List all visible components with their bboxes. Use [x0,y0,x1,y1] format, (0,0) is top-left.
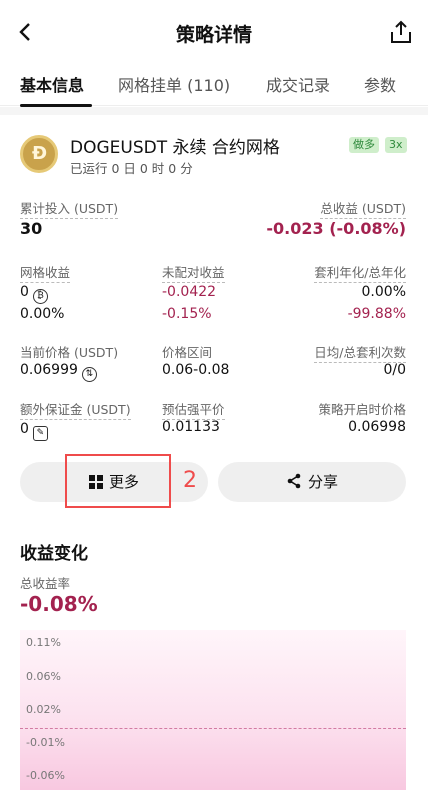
runtime-text: 已运行 0 日 0 时 0 分 [70,161,193,176]
y-tick-label: 0.11% [26,636,61,649]
price-range-value: 0.06-0.08 [162,362,230,378]
strategy-pair: DOGEUSDT 永续 合约网格 [70,138,280,158]
liq-price-label[interactable]: 预估强平价 [162,399,225,420]
tab-grid-orders[interactable]: 网格挂单 (110) [118,72,230,96]
profit-chart: 0.11% 0.06% 0.02% -0.01% -0.06% [20,630,406,790]
arb-count-label[interactable]: 日均/总套利次数 [314,342,406,363]
highlight-box [65,454,171,508]
y-tick-label: -0.01% [26,736,65,749]
total-profit-label[interactable]: 总收益 (USDT) [320,198,406,219]
tab-bar: 基本信息 网格挂单 (110) 成交记录 参数 [0,64,428,107]
share-button-label: 分享 [307,473,338,491]
tab-trade-history[interactable]: 成交记录 [266,72,330,96]
unmatched-profit-pct: -0.15% [162,306,212,322]
share-button[interactable]: 分享 [218,462,406,502]
apr-total-value: -99.88% [347,306,406,322]
leverage-badge: 3x [385,137,407,153]
doge-coin-icon: Ð [20,135,58,173]
invest-value: 30 [20,219,43,238]
invest-label[interactable]: 累计投入 (USDT) [20,198,119,219]
total-return-value: -0.08% [20,592,98,616]
liq-price-value: 0.01133 [162,419,220,435]
y-tick-label: 0.02% [26,703,61,716]
total-profit-value: -0.023 (-0.08%) [266,219,406,238]
wallet-icon[interactable]: ₿ [32,289,48,304]
arb-count-value: 0/0 [383,362,406,378]
margin-label[interactable]: 额外保证金 (USDT) [20,399,131,420]
apr-label[interactable]: 套利年化/总年化 [314,262,406,283]
margin-amount: 0 [20,421,29,437]
price-range-label: 价格区间 [162,345,213,360]
tab-basic-info[interactable]: 基本信息 [20,72,84,96]
start-price-label: 策略开启时价格 [318,402,406,417]
chart-zero-line [20,728,406,729]
direction-badge: 做多 [349,137,379,153]
unmatched-profit-value: -0.0422 [162,284,217,300]
y-tick-label: 0.06% [26,670,61,683]
apr-arbitrage-value: 0.00% [361,284,406,300]
current-price-value: 0.06999 ⇅ [20,362,97,382]
total-return-label: 总收益率 [20,576,71,591]
share-icon[interactable] [388,18,414,46]
grid-profit-amount: 0 [20,284,29,300]
annotation-number: 2 [183,468,197,493]
grid-profit-label[interactable]: 网格收益 [20,262,71,283]
price-toggle-icon[interactable]: ⇅ [81,367,97,382]
current-price-amount: 0.06999 [20,362,78,378]
tab-parameters[interactable]: 参数 [364,72,396,96]
grid-profit-pct: 0.00% [20,306,65,322]
current-price-label: 当前价格 (USDT) [20,345,119,360]
start-price-value: 0.06998 [348,419,406,435]
edit-icon[interactable]: ✎ [32,426,48,441]
margin-value: 0 ✎ [20,421,48,441]
page-title: 策略详情 [175,24,252,46]
header: 策略详情 [0,0,428,64]
chart-area-fill [20,630,406,790]
grid-profit-value: 0 ₿ [20,284,48,304]
share-nodes-icon [286,464,302,504]
section-divider [0,107,428,115]
unmatched-profit-label[interactable]: 未配对收益 [162,262,225,283]
y-tick-label: -0.06% [26,769,65,782]
profit-change-title: 收益变化 [20,544,88,564]
